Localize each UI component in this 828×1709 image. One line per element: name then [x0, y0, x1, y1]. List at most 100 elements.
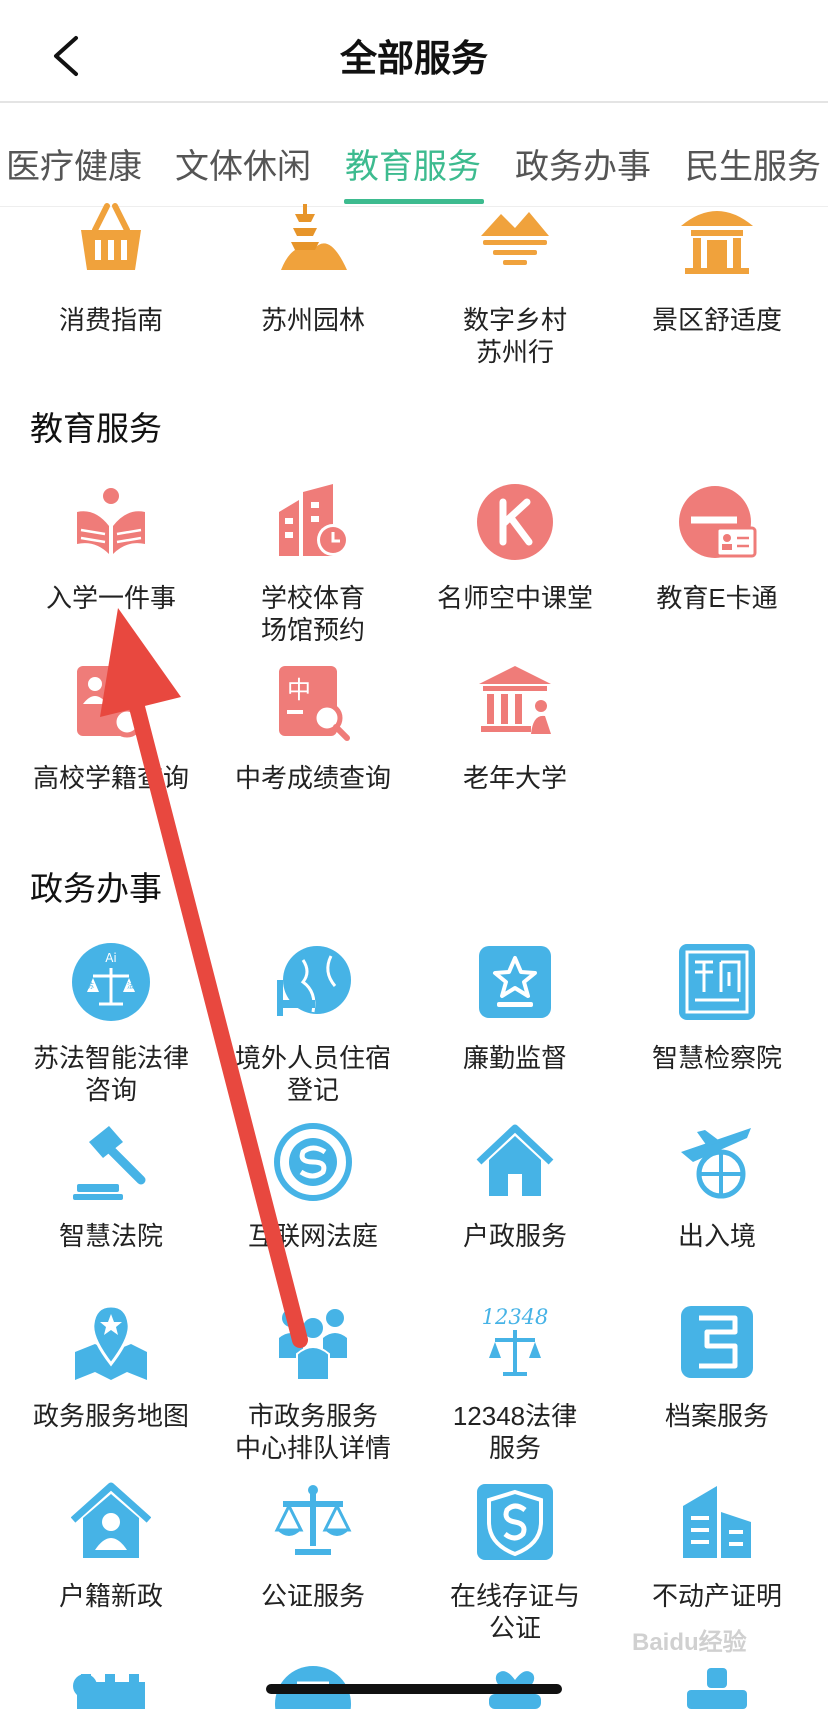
tab-government[interactable]: 政务办事 [515, 139, 651, 188]
tile-label: 互联网法庭 [247, 1221, 378, 1251]
tile-label: 苏法智能法律 咨询 [32, 1043, 189, 1105]
service-tile[interactable]: 老年大学 [414, 662, 616, 793]
globe-bed-icon [277, 946, 351, 1016]
castle-icon [73, 1674, 145, 1709]
service-tile[interactable]: 苏州园林 [212, 200, 414, 360]
star-badge-icon [479, 946, 551, 1018]
category-tabs: 医疗健康 文体休闲 教育服务 政务办事 民生服务 [0, 103, 828, 207]
tile-label: 苏州园林 [260, 305, 365, 335]
tab-livelihood[interactable]: 民生服务 [685, 139, 821, 188]
service-tile[interactable]: 户政服务 [414, 1122, 616, 1262]
svg-text:法: 法 [127, 981, 134, 990]
people-queue-icon [279, 1309, 347, 1381]
tile-label: 廉勤监督 [462, 1043, 567, 1073]
tile-label: 不动产证明 [651, 1581, 782, 1611]
property-building-icon [683, 1486, 751, 1558]
service-tile[interactable]: 景区舒适度 [616, 200, 818, 360]
tile-label: 12348法律 服务 [452, 1401, 578, 1463]
page-title: 全部服务 [340, 38, 488, 79]
ai-scale-icon: Ai 苏 法 [72, 943, 150, 1021]
service-tile[interactable]: 智慧法院 [10, 1122, 212, 1262]
tile-label: 在线存证与 公证 [449, 1581, 580, 1643]
service-tile[interactable]: Ai 苏 法 苏法智能法律 咨询 [10, 942, 212, 1105]
service-tile[interactable]: 互联网法庭 [212, 1122, 414, 1262]
watermark: Baidu经验 [632, 1629, 747, 1656]
svg-text:苏: 苏 [87, 981, 94, 990]
service-tile[interactable]: 在线存证与 公证 [414, 1482, 616, 1643]
tile-label: 市政务服务 中心排队详情 [234, 1401, 391, 1463]
tile-label: 境外人员住宿 登记 [234, 1043, 391, 1105]
service-tile[interactable]: 名师空中课堂 [414, 482, 616, 622]
svg-text:中: 中 [287, 676, 311, 704]
tile-label: 户籍新政 [58, 1581, 163, 1611]
section-title-education: 教育服务 [30, 410, 162, 447]
tile-label: 出入境 [677, 1221, 756, 1251]
tile-label: 景区舒适度 [651, 305, 782, 335]
tile-label: 老年大学 [462, 763, 567, 793]
svg-text:12348: 12348 [482, 1305, 549, 1329]
service-tile[interactable]: 境外人员住宿 登记 [212, 942, 414, 1105]
tile-label: 中考成绩查询 [234, 763, 391, 793]
tab-education[interactable]: 教育服务 [345, 139, 481, 188]
home-indicator [266, 1684, 562, 1694]
tile-label: 户政服务 [462, 1221, 567, 1251]
building-clock-icon [279, 484, 349, 556]
service-tile[interactable]: 政务服务地图 [10, 1302, 212, 1452]
pavilion-icon [681, 211, 753, 274]
service-tile[interactable]: 不动产证明 [616, 1482, 818, 1632]
svg-text:Ai: Ai [105, 951, 117, 965]
shield-s-icon [477, 1484, 553, 1560]
service-tile[interactable]: 档案服务 [616, 1302, 818, 1452]
service-tile[interactable]: 消费指南 [10, 200, 212, 360]
tile-label: 政务服务地图 [32, 1401, 189, 1431]
gavel-icon [73, 1126, 146, 1200]
tile-label: 智慧检察院 [651, 1043, 782, 1073]
service-tile[interactable]: 高校学籍查询 [10, 662, 212, 793]
map-pin-icon [75, 1304, 147, 1380]
k-logo-icon [477, 484, 553, 560]
tile-label: 入学一件事 [45, 583, 176, 613]
open-book-icon [77, 488, 145, 554]
tile-label: 公证服务 [260, 1581, 365, 1611]
tile-label: 名师空中课堂 [436, 583, 593, 613]
tab-leisure[interactable]: 文体休闲 [175, 139, 311, 188]
tile-label: 高校学籍查询 [32, 763, 189, 793]
service-tile[interactable]: 户籍新政 [10, 1482, 212, 1632]
tile-label: 消费指南 [58, 305, 163, 335]
scale-icon [274, 1485, 352, 1555]
service-tile[interactable]: 市政务服务 中心排队详情 [212, 1302, 414, 1463]
house-icon [476, 1124, 554, 1196]
tile-label: 学校体育 场馆预约 [260, 583, 365, 645]
header: 全部服务 [0, 0, 828, 103]
service-tile[interactable]: 学校体育 场馆预约 [212, 482, 414, 645]
pagoda-garden-icon [281, 204, 347, 270]
service-tile[interactable]: 廉勤监督 [414, 942, 616, 1092]
legal-12348-icon: 12348 [482, 1305, 549, 1376]
tile-label: 数字乡村 苏州行 [462, 305, 567, 367]
score-search-icon: 中 [279, 666, 350, 741]
service-tile[interactable]: 公证服务 [212, 1482, 414, 1632]
service-tile[interactable]: 入学一件事 [10, 482, 212, 622]
tile-label: 智慧法院 [58, 1221, 163, 1251]
university-elder-icon [479, 666, 551, 734]
tile-label: 档案服务 [664, 1401, 769, 1431]
village-landscape-icon [481, 212, 549, 265]
seal-stamp-icon [679, 944, 755, 1020]
e-card-icon [679, 486, 757, 558]
tab-medical[interactable]: 医疗健康 [6, 139, 142, 188]
service-tile[interactable]: 12348 12348法律 服务 [414, 1302, 616, 1463]
home-person-icon [71, 1482, 151, 1558]
service-tile[interactable]: 数字乡村 苏州行 [414, 200, 616, 367]
service-tile[interactable]: 教育E卡通 [616, 482, 818, 622]
archive-icon [681, 1306, 753, 1378]
stamp-icon [687, 1668, 747, 1709]
plane-globe-icon [681, 1128, 751, 1199]
service-tile[interactable]: 智慧检察院 [616, 942, 818, 1092]
tile-label: 教育E卡通 [656, 583, 778, 613]
service-tile[interactable]: 中 中考成绩查询 [212, 662, 414, 793]
service-tile[interactable]: 出入境 [616, 1122, 818, 1262]
section-title-government: 政务办事 [30, 870, 162, 907]
shopping-basket-icon [81, 203, 141, 270]
student-record-search-icon [77, 666, 143, 738]
internet-court-icon [274, 1123, 352, 1201]
